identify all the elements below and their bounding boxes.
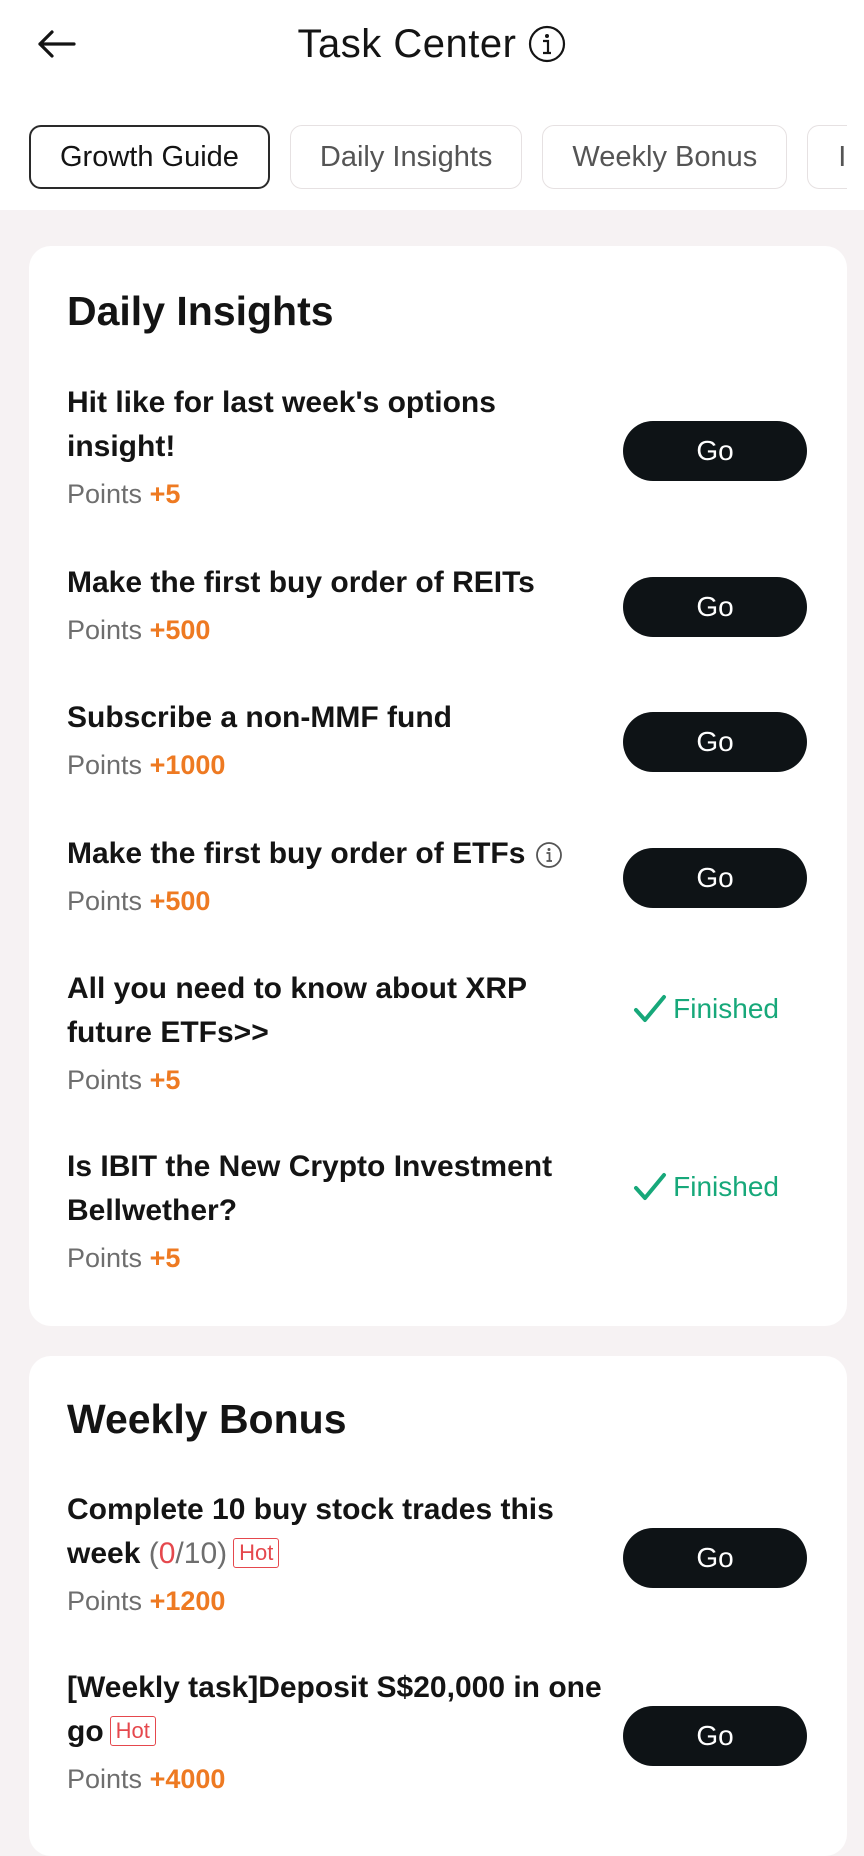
task-points: Points +5	[67, 1243, 181, 1273]
section-title: Weekly Bonus	[67, 1396, 347, 1442]
task-item: Complete 10 buy stock trades this week (…	[67, 1488, 807, 1617]
task-item: All you need to know about XRP future ET…	[67, 967, 807, 1096]
task-title: Is IBIT the New Crypto Investment Bellwe…	[67, 1150, 553, 1227]
task-title-row: [Weekly task]Deposit S$20,000 in one go H…	[67, 1666, 607, 1754]
page-title: Task Center	[297, 21, 517, 66]
go-button[interactable]: Go	[623, 577, 807, 637]
tab-growth-guide[interactable]: Growth Guide	[29, 125, 270, 189]
task-item: Hit like for last week's options insight…	[67, 381, 807, 510]
go-button[interactable]: Go	[623, 848, 807, 908]
task-item: Make the first buy order of REITs Points…	[67, 561, 807, 646]
hot-badge: Hot	[233, 1538, 280, 1569]
finished-status: Finished	[633, 1171, 779, 1203]
task-item: Make the first buy order of ETFs Points …	[67, 832, 807, 917]
task-title: Complete 10 buy stock trades this week	[67, 1493, 554, 1570]
header: Task Center Growth Guide Daily Insights …	[0, 0, 864, 210]
info-icon[interactable]	[528, 25, 566, 63]
finished-label: Finished	[673, 993, 779, 1024]
tab-weekly-bonus[interactable]: Weekly Bonus	[542, 125, 788, 189]
task-points: Points +5	[67, 1065, 181, 1095]
go-button[interactable]: Go	[623, 421, 807, 481]
task-points: Points +1200	[67, 1586, 226, 1616]
task-progress: (0/10)	[148, 1537, 228, 1570]
info-icon[interactable]	[535, 838, 563, 868]
task-points: Points +4000	[67, 1764, 226, 1794]
weekly-bonus-card: Weekly Bonus Complete 10 buy stock trade…	[29, 1356, 847, 1856]
tab-more[interactable]: I	[807, 125, 848, 189]
task-title-row: Complete 10 buy stock trades this week (…	[67, 1488, 607, 1576]
task-item: Subscribe a non-MMF fund Points +1000 Go	[67, 696, 807, 781]
task-title: Subscribe a non-MMF fund	[67, 701, 452, 734]
title-bar: Task Center	[0, 14, 864, 74]
checkmark-icon	[634, 1173, 667, 1200]
hot-badge: Hot	[109, 1716, 156, 1747]
task-item: Is IBIT the New Crypto Investment Bellwe…	[67, 1145, 807, 1274]
daily-insights-card: Daily Insights Hit like for last week's …	[29, 246, 847, 1326]
go-button[interactable]: Go	[623, 1706, 807, 1766]
task-title: Hit like for last week's options insight…	[67, 386, 496, 463]
go-button[interactable]: Go	[623, 712, 807, 772]
task-points: Points +5	[67, 479, 181, 509]
checkmark-icon	[634, 995, 667, 1022]
task-title: Make the first buy order of ETFs	[67, 837, 526, 870]
section-title: Daily Insights	[67, 288, 334, 334]
tab-bar: Growth Guide Daily Insights Weekly Bonus…	[29, 125, 864, 193]
task-item: [Weekly task]Deposit S$20,000 in one go H…	[67, 1666, 807, 1795]
task-title-row: Make the first buy order of ETFs	[67, 832, 627, 876]
finished-label: Finished	[673, 1171, 779, 1202]
tab-daily-insights[interactable]: Daily Insights	[289, 125, 523, 189]
finished-status: Finished	[633, 993, 779, 1025]
task-title: Make the first buy order of REITs	[67, 566, 535, 599]
go-button[interactable]: Go	[623, 1528, 807, 1588]
task-title: All you need to know about XRP future ET…	[67, 972, 527, 1049]
